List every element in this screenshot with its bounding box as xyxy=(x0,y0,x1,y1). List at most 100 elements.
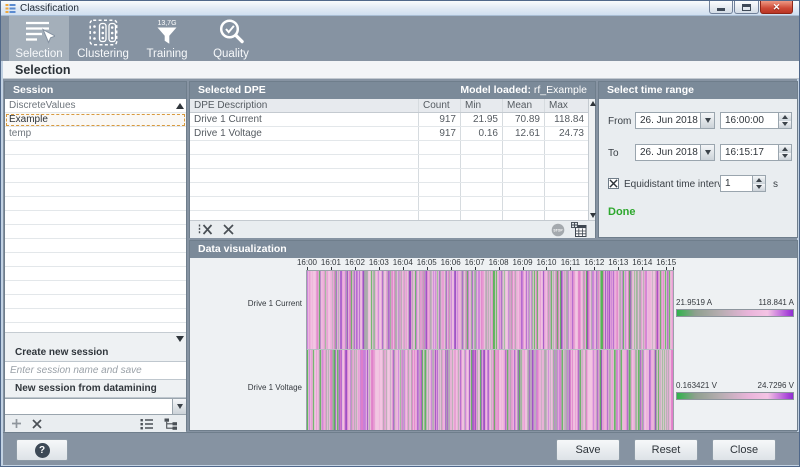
delete-session-button[interactable] xyxy=(32,419,42,429)
heatmap-strip-current[interactable] xyxy=(307,271,673,350)
interval-spinner[interactable]: 1 xyxy=(720,175,766,192)
question-mark-icon: ? xyxy=(35,443,50,458)
session-item-empty xyxy=(5,197,186,211)
dpe-scroll-up-icon[interactable] xyxy=(590,101,596,106)
col-dpe-description[interactable]: DPE Description xyxy=(190,99,418,112)
minimize-icon xyxy=(717,8,725,11)
stop-icon: STOP xyxy=(551,223,565,237)
dpe-table-cell xyxy=(190,197,418,210)
from-time-up-button[interactable] xyxy=(779,113,791,121)
model-loaded-text: Model loaded: rf_Example xyxy=(460,82,587,99)
session-item-empty xyxy=(5,155,186,169)
from-time-spinner[interactable]: 16:00:00 xyxy=(720,112,792,129)
dpe-panel-title: Selected DPE xyxy=(198,82,266,99)
dpe-table-row-empty xyxy=(190,169,588,183)
interval-down-button[interactable] xyxy=(753,184,765,192)
calculate-statistics-button[interactable] xyxy=(571,222,587,237)
plus-icon xyxy=(11,418,22,429)
series-label-current: Drive 1 Current xyxy=(192,299,302,308)
from-date-combobox[interactable]: 26. Jun 2018 xyxy=(635,112,715,129)
create-session-button[interactable]: Create new session xyxy=(5,344,186,362)
session-item-empty xyxy=(5,309,186,323)
to-date-dropdown-button[interactable] xyxy=(700,145,714,160)
dpe-table-cell xyxy=(460,141,502,154)
session-list-scroll-down-icon[interactable] xyxy=(176,336,184,342)
titlebar: Classification ✕ xyxy=(1,1,799,16)
dpe-table-cell xyxy=(190,169,418,182)
selected-dpe-panel: Selected DPE Model loaded: rf_Example DP… xyxy=(189,81,596,238)
session-list: DiscreteValuesExampletemp xyxy=(5,99,186,332)
tab-selection[interactable]: Selection xyxy=(9,16,69,61)
checkbox-x-mark-icon xyxy=(609,179,618,188)
dpe-table-row[interactable]: Drive 1 Voltage9170.1612.6124.73 xyxy=(190,127,588,141)
dpe-table-cell xyxy=(190,141,418,154)
save-button[interactable]: Save xyxy=(556,439,620,461)
dpe-table-cell: 21.95 xyxy=(460,113,502,126)
to-date-combobox[interactable]: 26. Jun 2018 xyxy=(635,144,715,161)
dpe-table-row-empty xyxy=(190,183,588,197)
to-label: To xyxy=(608,148,619,159)
session-panel-title: Session xyxy=(13,82,53,99)
session-item[interactable]: Example xyxy=(5,113,186,127)
close-dialog-button[interactable]: Close xyxy=(712,439,776,461)
col-min[interactable]: Min xyxy=(460,99,502,112)
dpe-table-row[interactable]: Drive 1 Current91721.9570.89118.84 xyxy=(190,113,588,127)
svg-text:13,7G: 13,7G xyxy=(157,20,176,27)
add-session-button[interactable] xyxy=(11,418,22,429)
datamining-model-combobox[interactable] xyxy=(5,398,186,415)
list-view-button[interactable] xyxy=(140,418,154,430)
session-item[interactable]: temp xyxy=(5,127,186,141)
help-button[interactable]: ? xyxy=(16,439,68,461)
status-done-text: Done xyxy=(608,206,636,218)
col-mean[interactable]: Mean xyxy=(502,99,544,112)
dpe-table-cell xyxy=(544,141,588,154)
session-list-scroll-up-icon[interactable] xyxy=(176,103,184,109)
maximize-button[interactable] xyxy=(734,1,759,14)
legend-current: 21.9519 A 118.841 A xyxy=(676,298,794,317)
equidistant-checkbox[interactable] xyxy=(608,178,619,189)
minimize-button[interactable] xyxy=(709,1,733,14)
spinner-down-icon xyxy=(756,185,762,189)
dpe-table-cell xyxy=(190,155,418,168)
session-item-empty xyxy=(5,225,186,239)
deselect-all-dpe-button[interactable] xyxy=(198,224,213,235)
time-range-title: Select time range xyxy=(607,82,694,99)
interval-up-button[interactable] xyxy=(753,176,765,184)
selection-list-cursor-icon xyxy=(23,16,55,48)
remove-dpe-button[interactable] xyxy=(223,224,234,235)
from-time-down-button[interactable] xyxy=(779,121,791,129)
to-time-down-button[interactable] xyxy=(779,153,791,161)
dpe-table-row-empty xyxy=(190,211,588,220)
close-button[interactable]: ✕ xyxy=(760,1,793,14)
tab-training-label: Training xyxy=(146,48,187,60)
to-time-up-button[interactable] xyxy=(779,145,791,153)
dpe-table-body: Drive 1 Current91721.9570.89118.84Drive … xyxy=(190,113,588,220)
stop-query-button[interactable]: STOP xyxy=(551,223,565,237)
calculator-icon xyxy=(571,222,587,237)
col-max[interactable]: Max xyxy=(544,99,588,112)
session-item[interactable]: DiscreteValues xyxy=(5,99,186,113)
dpe-table-cell xyxy=(544,169,588,182)
to-time-spinner[interactable]: 16:15:17 xyxy=(720,144,792,161)
col-count[interactable]: Count xyxy=(418,99,460,112)
dpe-table-cell: 12.61 xyxy=(502,127,544,140)
dpe-table-cell xyxy=(502,155,544,168)
from-date-dropdown-button[interactable] xyxy=(700,113,714,128)
tab-training[interactable]: 13,7G Training xyxy=(137,16,197,61)
reset-button[interactable]: Reset xyxy=(634,439,698,461)
dpe-table-cell xyxy=(190,211,418,220)
tab-clustering-label: Clustering xyxy=(77,48,129,60)
dpe-table-cell xyxy=(544,183,588,196)
heatmap-strip-voltage[interactable] xyxy=(307,350,673,430)
dpe-scroll-down-icon[interactable] xyxy=(590,213,596,218)
maximize-icon xyxy=(742,4,751,11)
tab-clustering[interactable]: Clustering xyxy=(73,16,133,61)
window-controls: ✕ xyxy=(708,1,793,14)
tree-view-button[interactable] xyxy=(164,418,178,430)
dpe-table-cell xyxy=(418,169,460,182)
session-name-input[interactable] xyxy=(5,362,186,380)
tab-quality[interactable]: Quality xyxy=(201,16,261,61)
new-session-from-model-button[interactable]: New session from datamining model xyxy=(5,380,186,398)
datamining-model-combobox-button[interactable] xyxy=(172,399,186,414)
session-item-empty xyxy=(5,183,186,197)
